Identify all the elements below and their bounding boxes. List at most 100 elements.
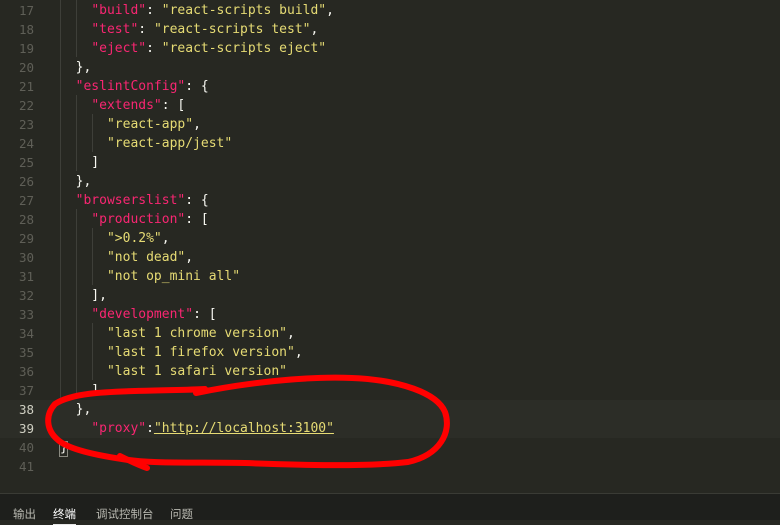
code-line[interactable]: 26 },	[0, 172, 780, 191]
code-token: },	[60, 402, 92, 417]
code-line[interactable]: 34 "last 1 chrome version",	[0, 324, 780, 343]
code-token: : [	[193, 307, 217, 322]
code-token: ,	[185, 250, 194, 265]
line-code: "build": "react-scripts build",	[60, 1, 334, 20]
code-line[interactable]: 35 "last 1 firefox version",	[0, 343, 780, 362]
line-number: 41	[18, 459, 34, 474]
code-token: "react-app/jest"	[106, 136, 233, 151]
code-line[interactable]: 36 "last 1 safari version"	[0, 362, 780, 381]
code-token: ,	[161, 231, 170, 246]
code-line[interactable]: 33 "development": [	[0, 305, 780, 324]
code-line[interactable]: 37 ]	[0, 381, 780, 400]
bracket-match-highlight	[59, 441, 68, 457]
code-line[interactable]: 19 "eject": "react-scripts eject"	[0, 39, 780, 58]
line-code: "eject": "react-scripts eject"	[60, 39, 326, 58]
code-token: "http://localhost:3100"	[153, 421, 334, 436]
code-line[interactable]: 31 "not op_mini all"	[0, 267, 780, 286]
line-code: },	[60, 58, 92, 77]
code-token: ">0.2%"	[106, 231, 162, 246]
code-line[interactable]: 38 },	[0, 400, 780, 419]
line-code: ],	[60, 286, 107, 305]
line-number: 24	[18, 136, 34, 151]
line-code: "eslintConfig": {	[60, 77, 209, 96]
code-token: "production"	[91, 212, 186, 227]
code-token: ]	[60, 155, 100, 170]
code-line[interactable]: 29 ">0.2%",	[0, 229, 780, 248]
code-token: :	[146, 421, 154, 436]
line-number: 30	[18, 250, 34, 265]
code-editor[interactable]: 17 "build": "react-scripts build", 18 "te…	[0, 0, 780, 493]
code-token: },	[60, 174, 92, 189]
code-line[interactable]: 22 "extends": [	[0, 96, 780, 115]
code-line[interactable]: 25 ]	[0, 153, 780, 172]
line-code: "last 1 safari version"	[60, 362, 287, 381]
code-token: "test"	[91, 22, 139, 37]
code-token: "last 1 chrome version"	[106, 326, 287, 341]
code-line[interactable]: 28 "production": [	[0, 210, 780, 229]
line-number: 32	[18, 288, 34, 303]
code-line[interactable]: 27 "browserslist": {	[0, 191, 780, 210]
line-number: 18	[18, 22, 34, 37]
line-code: "react-app",	[60, 115, 201, 134]
line-number: 38	[18, 402, 34, 417]
code-token: "not dead"	[106, 250, 186, 265]
code-token: "proxy"	[91, 421, 147, 436]
code-line[interactable]: 41	[0, 457, 780, 476]
code-token: "react-scripts eject"	[161, 41, 327, 56]
line-number: 22	[18, 98, 34, 113]
code-line[interactable]: 18 "test": "react-scripts test",	[0, 20, 780, 39]
line-code: ]	[60, 381, 99, 400]
line-number: 19	[18, 41, 34, 56]
code-line[interactable]: 39 "proxy":"http://localhost:3100"	[0, 419, 780, 438]
code-token: ,	[286, 326, 295, 341]
line-number: 33	[18, 307, 34, 322]
code-token: "react-app"	[106, 117, 194, 132]
line-code: "proxy":"http://localhost:3100"	[60, 419, 334, 438]
line-code: "test": "react-scripts test",	[60, 20, 318, 39]
code-line[interactable]: 23 "react-app",	[0, 115, 780, 134]
line-code: "browserslist": {	[60, 191, 209, 210]
line-code: "extends": [	[60, 96, 185, 115]
code-token: :	[146, 3, 162, 18]
code-token: "browserslist"	[75, 193, 186, 208]
line-number: 27	[18, 193, 34, 208]
code-token: ,	[294, 345, 303, 360]
code-token: : {	[185, 79, 209, 94]
code-line[interactable]: 40}	[0, 438, 780, 457]
line-number: 39	[18, 421, 34, 436]
code-line[interactable]: 21 "eslintConfig": {	[0, 77, 780, 96]
code-line[interactable]: 24 "react-app/jest"	[0, 134, 780, 153]
code-token: "build"	[91, 3, 147, 18]
line-code: "not dead",	[60, 248, 193, 267]
line-code: "react-app/jest"	[60, 134, 232, 153]
code-token: :	[138, 22, 154, 37]
code-token: "last 1 safari version"	[106, 364, 287, 379]
line-number: 40	[18, 440, 34, 455]
code-line[interactable]: 30 "not dead",	[0, 248, 780, 267]
code-token: "eslintConfig"	[75, 79, 186, 94]
code-token: ],	[60, 288, 107, 303]
code-line[interactable]: 17 "build": "react-scripts build",	[0, 1, 780, 20]
line-number: 23	[18, 117, 34, 132]
code-line[interactable]: 20 },	[0, 58, 780, 77]
line-code: "last 1 chrome version",	[60, 324, 295, 343]
code-line[interactable]: 32 ],	[0, 286, 780, 305]
code-token: : [	[161, 98, 186, 113]
code-token: },	[60, 60, 92, 75]
line-code: ">0.2%",	[60, 229, 170, 248]
line-number: 21	[18, 79, 34, 94]
line-code: "not op_mini all"	[60, 267, 240, 286]
